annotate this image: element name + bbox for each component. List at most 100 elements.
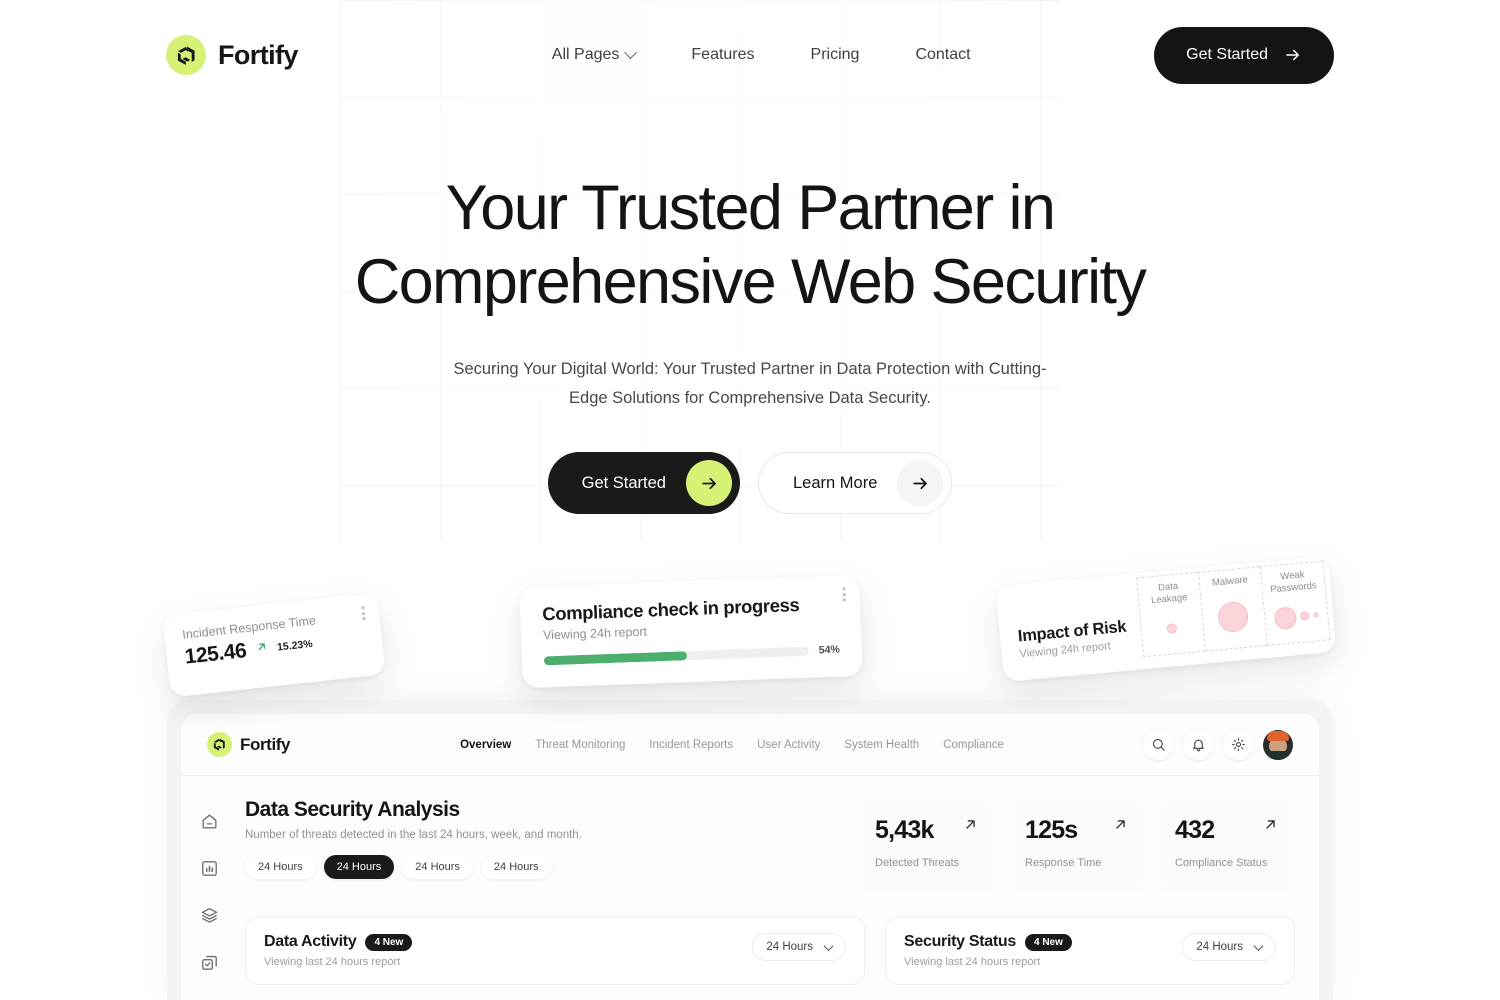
stat-top: 432 bbox=[1175, 816, 1279, 845]
header-get-started-button[interactable]: Get Started bbox=[1154, 26, 1334, 84]
risk-cell-weak-passwords: Weak Passwords bbox=[1259, 560, 1331, 646]
dashboard-brand[interactable]: Fortify bbox=[207, 732, 290, 757]
stat-card-detected-threats: 5,43k Detected Threats bbox=[859, 798, 995, 894]
stat-top: 125s bbox=[1025, 816, 1129, 845]
kebab-menu-icon[interactable] bbox=[842, 587, 846, 602]
hero-learn-more-button[interactable]: Learn More bbox=[758, 452, 953, 515]
panel-header-text: Security Status 4 New Viewing last 24 ho… bbox=[904, 933, 1072, 968]
range-select-value: 24 Hours bbox=[766, 941, 813, 953]
stat-value: 5,43k bbox=[875, 816, 934, 844]
trend-up-arrow-icon bbox=[962, 816, 979, 838]
dashboard-nav: Overview Threat Monitoring Incident Repo… bbox=[460, 739, 1004, 751]
dashboard-body: Data Security Analysis Number of threats… bbox=[181, 776, 1319, 1000]
risk-bubble bbox=[1312, 612, 1319, 619]
bubble-area bbox=[1273, 598, 1320, 636]
risk-cell-label: Weak Passwords bbox=[1269, 569, 1318, 596]
risk-bubble bbox=[1216, 600, 1250, 634]
page-title: Your Trusted Partner in Comprehensive We… bbox=[300, 172, 1200, 319]
dashboard-tab-incident-reports[interactable]: Incident Reports bbox=[649, 739, 733, 751]
bar-chart-icon[interactable] bbox=[198, 859, 220, 878]
dashboard-main: Data Security Analysis Number of threats… bbox=[237, 776, 1319, 1000]
range-select-value: 24 Hours bbox=[1196, 941, 1243, 953]
risk-cell-data-leakage: Data Leakage bbox=[1135, 572, 1205, 658]
floating-card-impact-of-risk: Impact of Risk Viewing 24h report Data L… bbox=[995, 556, 1337, 682]
progress-bar bbox=[543, 646, 809, 665]
landing-page: Fortify All Pages Features Pricing Conta… bbox=[0, 0, 1500, 1000]
stat-cards: 5,43k Detected Threats 125s Response Tim… bbox=[859, 798, 1295, 894]
gear-icon[interactable] bbox=[1223, 729, 1253, 760]
dashboard-sidebar bbox=[181, 776, 237, 1000]
dashboard-tab-overview[interactable]: Overview bbox=[460, 739, 511, 751]
brand-logo[interactable]: Fortify bbox=[166, 35, 298, 75]
analysis-title: Data Security Analysis bbox=[245, 798, 460, 821]
main-nav: All Pages Features Pricing Contact bbox=[524, 0, 999, 110]
hero-secondary-label: Learn More bbox=[793, 473, 878, 492]
home-icon[interactable] bbox=[198, 812, 220, 831]
panel-header: Data Activity 4 New Viewing last 24 hour… bbox=[264, 933, 846, 968]
panel-subtitle: Viewing last 24 hours report bbox=[264, 956, 401, 968]
dashboard-tab-system-health[interactable]: System Health bbox=[844, 739, 919, 751]
bell-icon[interactable] bbox=[1183, 729, 1213, 760]
analysis-header: Data Security Analysis Number of threats… bbox=[245, 798, 582, 879]
nav-label: Pricing bbox=[810, 46, 860, 63]
risk-bubble bbox=[1273, 606, 1298, 631]
range-chip-4[interactable]: 24 Hours bbox=[480, 855, 552, 879]
arrow-right-icon bbox=[897, 460, 944, 507]
hero-actions: Get Started Learn More bbox=[0, 452, 1500, 515]
analysis-subtitle: Number of threats detected in the last 2… bbox=[245, 829, 582, 841]
hero-section: Your Trusted Partner in Comprehensive We… bbox=[0, 110, 1500, 515]
panel-subtitle: Viewing last 24 hours report bbox=[904, 956, 1041, 968]
range-chip-2[interactable]: 24 Hours bbox=[323, 855, 395, 879]
progress-fill bbox=[543, 650, 688, 665]
fortify-cube-icon bbox=[207, 732, 232, 757]
nav-label: All Pages bbox=[551, 46, 620, 63]
tasks-icon[interactable] bbox=[198, 953, 220, 972]
kebab-menu-icon[interactable] bbox=[361, 606, 366, 621]
dashboard-tab-compliance[interactable]: Compliance bbox=[943, 739, 1004, 751]
risk-bubble bbox=[1166, 622, 1178, 634]
risk-bubble-chart: Data Leakage Malware Weak Passwords bbox=[1135, 560, 1331, 658]
range-chip-3[interactable]: 24 Hours bbox=[402, 855, 473, 879]
range-select-data-activity[interactable]: 24 Hours bbox=[752, 933, 846, 961]
avatar[interactable] bbox=[1263, 729, 1293, 760]
status-badge: 4 New bbox=[1025, 933, 1072, 951]
nav-item-all-pages[interactable]: All Pages bbox=[524, 0, 664, 110]
chevron-down-icon bbox=[624, 45, 638, 59]
avatar-body bbox=[1264, 750, 1292, 760]
dashboard-tab-threat-monitoring[interactable]: Threat Monitoring bbox=[535, 739, 625, 751]
panel-title-row: Data Activity 4 New bbox=[264, 933, 413, 951]
layers-icon[interactable] bbox=[198, 906, 220, 925]
trend-up-arrow-icon bbox=[1262, 816, 1279, 838]
nav-item-pricing[interactable]: Pricing bbox=[783, 0, 888, 110]
dashboard-preview: Fortify Overview Threat Monitoring Incid… bbox=[167, 700, 1333, 1000]
nav-item-contact[interactable]: Contact bbox=[887, 0, 998, 110]
brand-name: Fortify bbox=[218, 39, 298, 70]
avatar-hat bbox=[1267, 730, 1289, 741]
nav-item-features[interactable]: Features bbox=[663, 0, 782, 110]
arrow-right-icon bbox=[686, 460, 732, 507]
hero-get-started-button[interactable]: Get Started bbox=[547, 452, 740, 515]
site-header: Fortify All Pages Features Pricing Conta… bbox=[0, 0, 1500, 110]
dashboard-panels: Data Activity 4 New Viewing last 24 hour… bbox=[245, 916, 1295, 985]
range-select-security-status[interactable]: 24 Hours bbox=[1182, 933, 1276, 961]
analysis-header-row: Data Security Analysis Number of threats… bbox=[245, 798, 1295, 894]
bubble-area bbox=[1165, 611, 1178, 646]
progress-label: 54% bbox=[818, 643, 840, 657]
panel-title: Security Status bbox=[904, 933, 1016, 950]
stat-label: Response Time bbox=[1025, 857, 1102, 869]
search-icon[interactable] bbox=[1143, 729, 1173, 760]
risk-cell-malware: Malware bbox=[1197, 566, 1267, 652]
dashboard-panel: Fortify Overview Threat Monitoring Incid… bbox=[181, 714, 1319, 1000]
nav-label: Contact bbox=[915, 46, 971, 63]
risk-bubble bbox=[1299, 611, 1310, 622]
dashboard-topbar: Fortify Overview Threat Monitoring Incid… bbox=[181, 714, 1319, 776]
panel-title: Data Activity bbox=[264, 933, 357, 950]
trend-up-arrow-icon bbox=[254, 640, 269, 659]
chevron-down-icon bbox=[1253, 940, 1264, 951]
range-chip-1[interactable]: 24 Hours bbox=[245, 855, 316, 879]
floating-card-compliance: Compliance check in progress Viewing 24h… bbox=[519, 574, 863, 689]
hero-primary-label: Get Started bbox=[581, 473, 666, 492]
dashboard-tab-user-activity[interactable]: User Activity bbox=[757, 739, 820, 751]
nav-label: Features bbox=[691, 46, 755, 63]
arrow-right-icon bbox=[1284, 46, 1302, 64]
